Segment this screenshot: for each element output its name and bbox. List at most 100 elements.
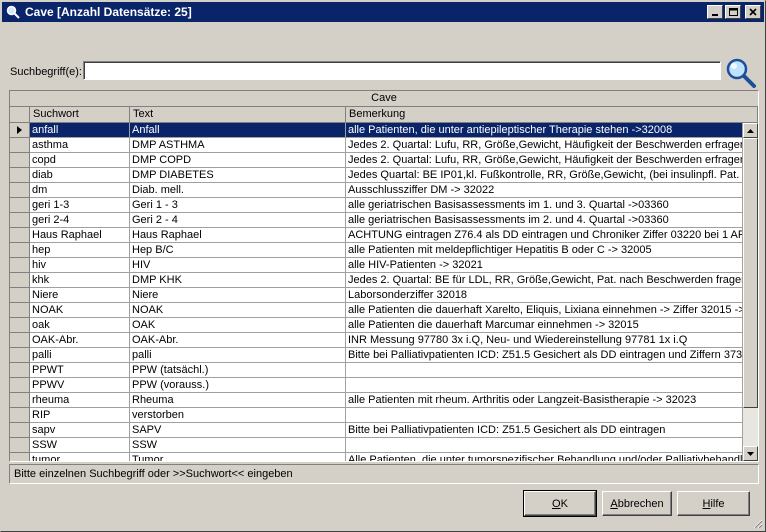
minimize-button[interactable]	[707, 5, 723, 19]
vertical-scrollbar[interactable]	[743, 123, 758, 461]
cell-text[interactable]: NOAK	[130, 303, 346, 318]
cell-bemerkung[interactable]: alle Patienten die dauerhaft Xarelto, El…	[346, 303, 743, 318]
cell-suchwort[interactable]: NOAK	[30, 303, 130, 318]
cell-suchwort[interactable]: rheuma	[30, 393, 130, 408]
cell-bemerkung[interactable]: Bitte bei Palliativpatienten ICD: Z51.5 …	[346, 423, 743, 438]
cell-bemerkung[interactable]: Jedes 2. Quartal: Lufu, RR, Größe,Gewich…	[346, 153, 743, 168]
cell-text[interactable]: verstorben	[130, 408, 346, 423]
table-row[interactable]: copd DMP COPD Jedes 2. Quartal: Lufu, RR, …	[10, 153, 743, 168]
table-row[interactable]: Haus Raphael Haus Raphael ACHTUNG eintrage…	[10, 228, 743, 243]
table-row[interactable]: geri 1-3 Geri 1 - 3 alle geriatrischen Bas…	[10, 198, 743, 213]
cell-suchwort[interactable]: PPWT	[30, 363, 130, 378]
cell-text[interactable]: Tumor	[130, 453, 346, 461]
cell-suchwort[interactable]: sapv	[30, 423, 130, 438]
cell-text[interactable]: DMP KHK	[130, 273, 346, 288]
row-indicator[interactable]	[10, 318, 30, 333]
table-row[interactable]: geri 2-4 Geri 2 - 4 alle geriatrischen Bas…	[10, 213, 743, 228]
table-row[interactable]: hep Hep B/C alle Patienten mit meldepflich…	[10, 243, 743, 258]
maximize-button[interactable]	[725, 5, 741, 19]
table-row[interactable]: RIP verstorben	[10, 408, 743, 423]
cell-bemerkung[interactable]: alle geriatrischen Basisassessments im 1…	[346, 198, 743, 213]
cell-suchwort[interactable]: RIP	[30, 408, 130, 423]
cell-text[interactable]: Hep B/C	[130, 243, 346, 258]
column-header-text[interactable]: Text	[130, 107, 346, 123]
cell-text[interactable]: Anfall	[130, 123, 346, 138]
scroll-thumb[interactable]	[743, 138, 758, 408]
cave-table[interactable]: Cave Suchwort Text Bemerkung anfall Anfal…	[9, 90, 759, 462]
cell-suchwort[interactable]: Niere	[30, 288, 130, 303]
cell-text[interactable]: Niere	[130, 288, 346, 303]
row-indicator[interactable]	[10, 183, 30, 198]
column-header-suchwort[interactable]: Suchwort	[30, 107, 130, 123]
row-indicator[interactable]	[10, 333, 30, 348]
column-header-bemerkung[interactable]: Bemerkung	[346, 107, 758, 123]
cell-suchwort[interactable]: khk	[30, 273, 130, 288]
ok-button[interactable]: OK	[523, 490, 597, 517]
cell-text[interactable]: DMP COPD	[130, 153, 346, 168]
row-indicator[interactable]	[10, 213, 30, 228]
table-row[interactable]: anfall Anfall alle Patienten, die unter an…	[10, 123, 743, 138]
cell-bemerkung[interactable]: alle Patienten mit meldepflichtiger Hepa…	[346, 243, 743, 258]
cell-suchwort[interactable]: tumor	[30, 453, 130, 461]
cell-bemerkung[interactable]: Bitte bei Palliativpatienten ICD: Z51.5 …	[346, 348, 743, 363]
cell-text[interactable]: Diab. mell.	[130, 183, 346, 198]
cell-bemerkung[interactable]: Alle Patienten, die unter tumorspezifisc…	[346, 453, 743, 461]
table-row[interactable]: khk DMP KHK Jedes 2. Quartal: BE für LDL, …	[10, 273, 743, 288]
row-indicator[interactable]	[10, 393, 30, 408]
cell-bemerkung[interactable]: alle Patienten mit rheum. Arthritis oder…	[346, 393, 743, 408]
row-indicator[interactable]	[10, 228, 30, 243]
row-indicator[interactable]	[10, 258, 30, 273]
hilfe-button[interactable]: Hilfe	[677, 491, 750, 516]
table-row[interactable]: SSW SSW	[10, 438, 743, 453]
cell-text[interactable]: DMP ASTHMA	[130, 138, 346, 153]
table-row[interactable]: rheuma Rheuma alle Patienten mit rheum. Ar…	[10, 393, 743, 408]
row-indicator[interactable]	[10, 123, 30, 138]
cell-suchwort[interactable]: hiv	[30, 258, 130, 273]
table-row[interactable]: NOAK NOAK alle Patienten die dauerhaft Xar…	[10, 303, 743, 318]
row-indicator[interactable]	[10, 168, 30, 183]
row-indicator[interactable]	[10, 423, 30, 438]
row-indicator[interactable]	[10, 288, 30, 303]
row-indicator[interactable]	[10, 378, 30, 393]
cell-bemerkung[interactable]	[346, 378, 743, 393]
cell-bemerkung[interactable]: alle geriatrischen Basisassessments im 2…	[346, 213, 743, 228]
table-row[interactable]: PPWT PPW (tatsächl.)	[10, 363, 743, 378]
table-row[interactable]: sapv SAPV Bitte bei Palliativpatienten ICD…	[10, 423, 743, 438]
cell-text[interactable]: PPW (vorauss.)	[130, 378, 346, 393]
cell-suchwort[interactable]: asthma	[30, 138, 130, 153]
table-row[interactable]: dm Diab. mell. Ausschlussziffer DM -> 3202…	[10, 183, 743, 198]
cell-suchwort[interactable]: OAK-Abr.	[30, 333, 130, 348]
row-indicator[interactable]	[10, 348, 30, 363]
cell-bemerkung[interactable]: Ausschlussziffer DM -> 32022	[346, 183, 743, 198]
cell-suchwort[interactable]: hep	[30, 243, 130, 258]
scroll-up-button[interactable]	[743, 123, 758, 138]
row-indicator[interactable]	[10, 138, 30, 153]
cell-suchwort[interactable]: dm	[30, 183, 130, 198]
row-indicator[interactable]	[10, 363, 30, 378]
scroll-down-button[interactable]	[743, 446, 758, 461]
cell-text[interactable]: PPW (tatsächl.)	[130, 363, 346, 378]
cell-bemerkung[interactable]: Jedes Quartal: BE IP01,kl. Fußkontrolle,…	[346, 168, 743, 183]
cell-suchwort[interactable]: geri 1-3	[30, 198, 130, 213]
cell-text[interactable]: SSW	[130, 438, 346, 453]
cell-bemerkung[interactable]: Laborsonderziffer 32018	[346, 288, 743, 303]
cell-suchwort[interactable]: PPWV	[30, 378, 130, 393]
cell-bemerkung[interactable]: alle HIV-Patienten -> 32021	[346, 258, 743, 273]
cell-suchwort[interactable]: geri 2-4	[30, 213, 130, 228]
cell-bemerkung[interactable]: Jedes 2. Quartal: BE für LDL, RR, Größe,…	[346, 273, 743, 288]
cell-text[interactable]: DMP DIABETES	[130, 168, 346, 183]
cell-text[interactable]: HIV	[130, 258, 346, 273]
row-indicator[interactable]	[10, 303, 30, 318]
cell-suchwort[interactable]: diab	[30, 168, 130, 183]
table-row[interactable]: PPWV PPW (vorauss.)	[10, 378, 743, 393]
table-row[interactable]: oak OAK alle Patienten die dauerhaft Marcu…	[10, 318, 743, 333]
cell-suchwort[interactable]: Haus Raphael	[30, 228, 130, 243]
cell-text[interactable]: Geri 1 - 3	[130, 198, 346, 213]
cell-suchwort[interactable]: copd	[30, 153, 130, 168]
resize-grip-icon[interactable]	[751, 517, 763, 529]
row-indicator[interactable]	[10, 453, 30, 461]
cell-bemerkung[interactable]: alle Patienten die dauerhaft Marcumar ei…	[346, 318, 743, 333]
cell-bemerkung[interactable]: alle Patienten, die unter antiepileptisc…	[346, 123, 743, 138]
cell-text[interactable]: OAK	[130, 318, 346, 333]
row-indicator[interactable]	[10, 243, 30, 258]
